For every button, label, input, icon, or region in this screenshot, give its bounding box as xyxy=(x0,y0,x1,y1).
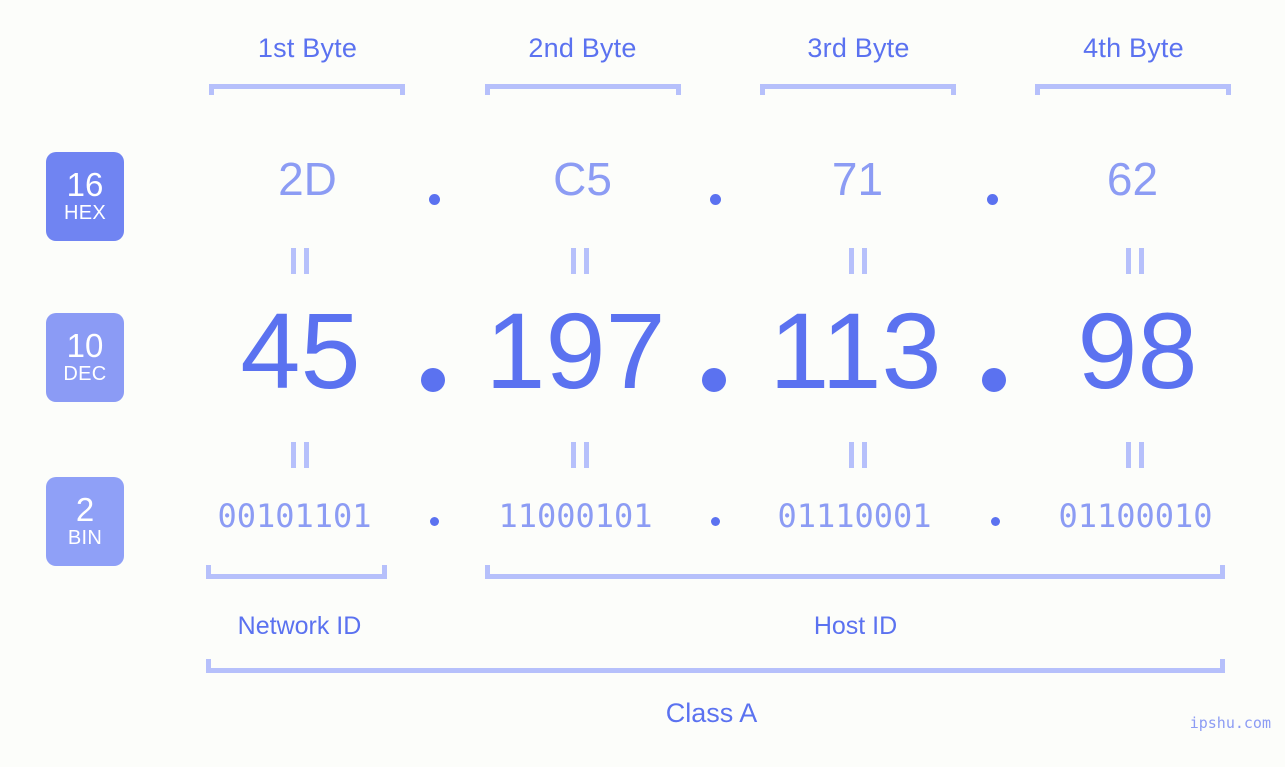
network-id-label: Network ID xyxy=(237,612,362,640)
hex-octet-2: C5 xyxy=(553,153,612,205)
network-id-bracket xyxy=(206,565,387,579)
base-badge-dec-abbr: DEC xyxy=(63,362,107,385)
base-badge-bin-number: 2 xyxy=(75,491,95,529)
class-label: Class A xyxy=(665,698,758,728)
bin-separator-2 xyxy=(711,517,720,526)
equals-mark-2 xyxy=(571,248,589,274)
equals-mark-3 xyxy=(849,248,867,274)
byte-bracket-2 xyxy=(485,84,681,95)
bin-octet-1: 00101101 xyxy=(217,497,372,535)
dec-separator-2 xyxy=(702,368,726,392)
bin-separator-1 xyxy=(430,517,439,526)
dec-separator-1 xyxy=(421,368,445,392)
equals-mark-6 xyxy=(571,442,589,468)
bin-separator-3 xyxy=(991,517,1000,526)
watermark: ipshu.com xyxy=(1189,714,1271,732)
hex-separator-3 xyxy=(987,194,998,205)
base-badge-hex-abbr: HEX xyxy=(63,201,107,224)
dec-separator-3 xyxy=(982,368,1006,392)
equals-mark-4 xyxy=(1126,248,1144,274)
equals-mark-1 xyxy=(291,248,309,274)
dec-octet-4: 98 xyxy=(1077,290,1198,411)
equals-mark-5 xyxy=(291,442,309,468)
class-bracket xyxy=(206,659,1225,673)
bin-octet-2: 11000101 xyxy=(498,497,653,535)
base-badge-bin: 2 BIN xyxy=(46,477,124,566)
byte-header-2: 2nd Byte xyxy=(528,33,637,63)
hex-separator-1 xyxy=(429,194,440,205)
host-id-bracket xyxy=(485,565,1225,579)
byte-header-1: 1st Byte xyxy=(257,33,358,63)
base-badge-hex: 16 HEX xyxy=(46,152,124,241)
host-id-label: Host ID xyxy=(813,612,898,640)
dec-octet-2: 197 xyxy=(485,290,666,411)
hex-octet-1: 2D xyxy=(278,153,337,205)
byte-bracket-4 xyxy=(1035,84,1231,95)
byte-header-3: 3rd Byte xyxy=(807,33,910,63)
bin-octet-4: 01100010 xyxy=(1058,497,1213,535)
byte-bracket-3 xyxy=(760,84,956,95)
byte-bracket-1 xyxy=(209,84,405,95)
hex-octet-4: 62 xyxy=(1106,153,1159,205)
equals-mark-7 xyxy=(849,442,867,468)
equals-mark-8 xyxy=(1126,442,1144,468)
ip-breakdown-diagram: 1st Byte 2nd Byte 3rd Byte 4th Byte 16 H… xyxy=(0,0,1285,767)
dec-octet-1: 45 xyxy=(240,290,361,411)
dec-octet-3: 113 xyxy=(769,290,942,411)
hex-separator-2 xyxy=(710,194,721,205)
base-badge-dec: 10 DEC xyxy=(46,313,124,402)
base-badge-bin-abbr: BIN xyxy=(67,526,103,549)
bin-octet-3: 01110001 xyxy=(777,497,932,535)
base-badge-dec-number: 10 xyxy=(66,327,104,365)
hex-octet-3: 71 xyxy=(831,153,884,205)
base-badge-hex-number: 16 xyxy=(66,166,104,204)
byte-header-4: 4th Byte xyxy=(1083,33,1184,63)
